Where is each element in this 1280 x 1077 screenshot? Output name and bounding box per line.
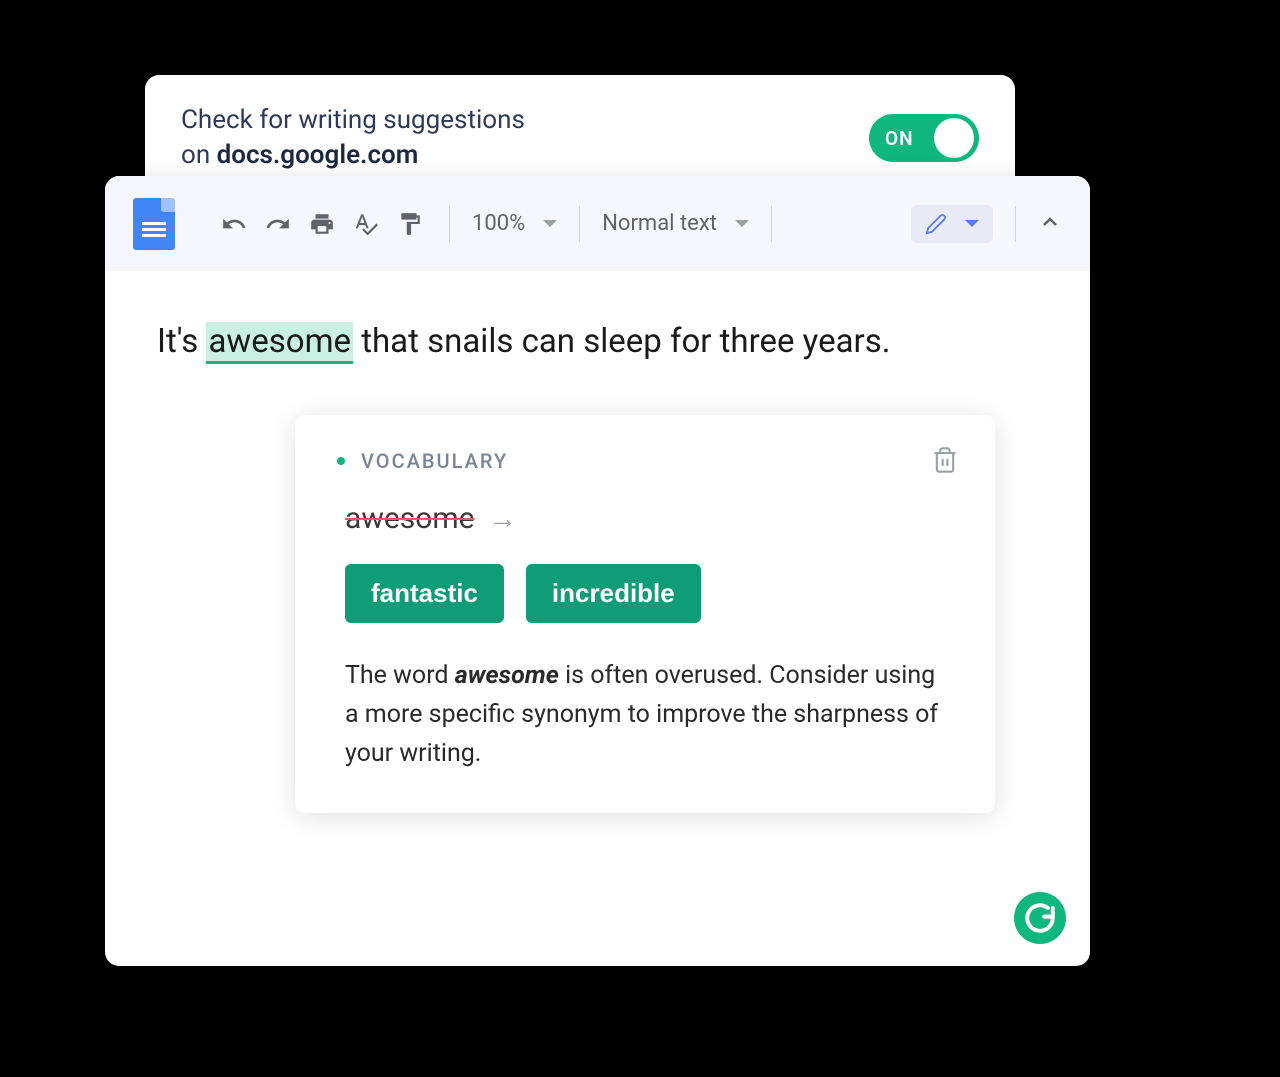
edit-mode-dropdown[interactable] (911, 205, 993, 243)
suggestion-alternatives: fantastic incredible (345, 564, 953, 623)
collapse-toolbar-button[interactable] (1038, 210, 1062, 238)
toggle-domain: docs.google.com (217, 140, 419, 170)
suggestions-toggle[interactable]: ON (869, 114, 979, 162)
undo-button[interactable] (217, 207, 251, 241)
paint-format-button[interactable] (393, 207, 427, 241)
spellcheck-button[interactable] (349, 207, 383, 241)
original-word-row: awesome → (345, 501, 953, 536)
toggle-description-prefix: on (181, 140, 217, 170)
docs-logo-icon[interactable] (133, 198, 175, 250)
original-word: awesome (345, 501, 475, 536)
grammarly-badge[interactable] (1014, 892, 1066, 944)
arrow-right-icon: → (489, 502, 517, 535)
toolbar-divider (449, 206, 450, 242)
text-style-dropdown[interactable]: Normal text (602, 211, 749, 236)
toggle-state-label: ON (885, 127, 914, 150)
toolbar-divider (579, 206, 580, 242)
document-text: It's awesome that snails can sleep for t… (157, 319, 1038, 365)
print-button[interactable] (305, 207, 339, 241)
redo-button[interactable] (261, 207, 295, 241)
category-dot (337, 457, 345, 465)
suggestion-header: VOCABULARY (337, 449, 953, 473)
sentence-after: that snails can sleep for three years. (353, 322, 890, 361)
explanation-pre: The word (345, 661, 455, 690)
document-editor-window: 100% Normal text It's awesome that snail… (105, 176, 1090, 966)
extension-card-text: Check for writing suggestions on docs.go… (181, 103, 525, 173)
document-body[interactable]: It's awesome that snails can sleep for t… (105, 271, 1090, 861)
dismiss-suggestion-button[interactable] (931, 445, 959, 479)
alternative-button-2[interactable]: incredible (526, 564, 701, 623)
toolbar-divider (771, 206, 772, 242)
suggestion-card: VOCABULARY awesome → fantastic incredibl… (295, 415, 995, 813)
sentence-before: It's (157, 322, 206, 361)
chevron-down-icon (735, 220, 749, 227)
toolbar-divider (1015, 206, 1016, 242)
toggle-description-line1: Check for writing suggestions (181, 105, 525, 135)
suggestion-category: VOCABULARY (361, 449, 508, 473)
highlighted-word[interactable]: awesome (206, 322, 353, 364)
chevron-down-icon (965, 220, 979, 227)
alternative-button-1[interactable]: fantastic (345, 564, 504, 623)
text-style-value: Normal text (602, 211, 717, 236)
explanation-word: awesome (455, 661, 559, 690)
zoom-dropdown[interactable]: 100% (472, 211, 557, 236)
chevron-down-icon (543, 220, 557, 227)
toolbar: 100% Normal text (105, 176, 1090, 271)
zoom-value: 100% (472, 211, 525, 236)
suggestion-explanation: The word awesome is often overused. Cons… (345, 657, 953, 773)
toggle-knob (934, 118, 974, 158)
